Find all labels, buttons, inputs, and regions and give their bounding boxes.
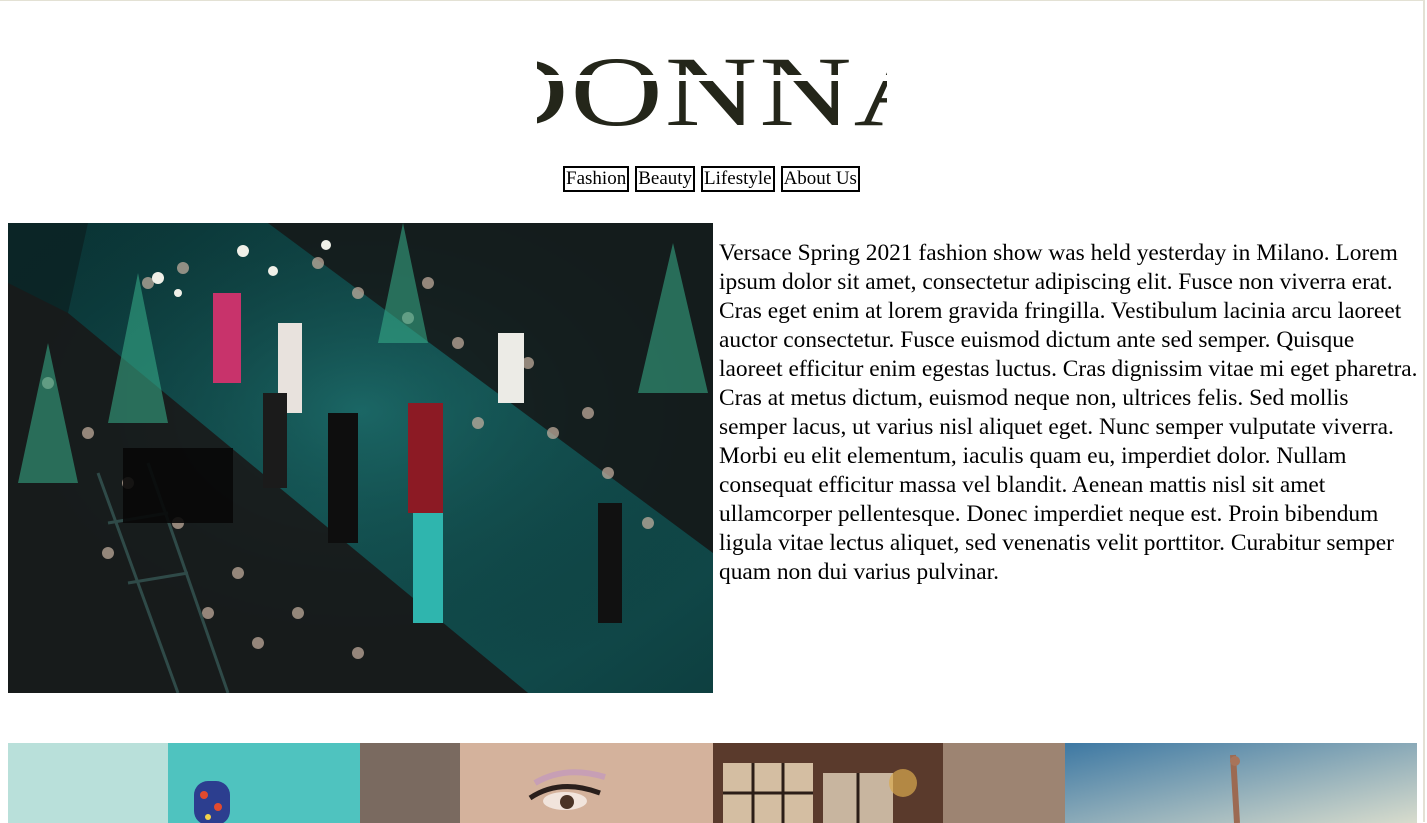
page-frame: DONNA DONNA Fashion Beauty Lifestyle Abo… bbox=[0, 0, 1425, 823]
runway-photo-icon bbox=[8, 223, 713, 693]
hero-article-text: Versace Spring 2021 fashion show was hel… bbox=[719, 240, 1418, 585]
logo-icon: DONNA DONNA bbox=[537, 36, 887, 129]
beauty-photo-icon bbox=[360, 743, 713, 823]
nav-lifestyle-button[interactable]: Lifestyle bbox=[701, 166, 775, 192]
nav-fashion-button[interactable]: Fashion bbox=[563, 166, 630, 192]
thumbnail-lifestyle[interactable] bbox=[712, 743, 1065, 823]
thumbnail-beauty[interactable] bbox=[360, 743, 713, 823]
header: DONNA DONNA bbox=[0, 19, 1423, 129]
lifestyle-photo-icon bbox=[712, 743, 1065, 823]
nav-beauty-button[interactable]: Beauty bbox=[635, 166, 696, 192]
fashion-photo-icon bbox=[8, 743, 361, 823]
thumbnail-beach[interactable] bbox=[1064, 743, 1417, 823]
beach-photo-icon bbox=[1064, 743, 1417, 823]
hero-image[interactable] bbox=[8, 223, 713, 693]
thumbnail-fashion[interactable] bbox=[8, 743, 361, 823]
thumbnail-row bbox=[8, 743, 1417, 823]
main-nav: Fashion Beauty Lifestyle About Us bbox=[0, 166, 1423, 192]
donna-logo[interactable]: DONNA DONNA bbox=[537, 19, 887, 129]
nav-about-us-button[interactable]: About Us bbox=[780, 166, 860, 192]
